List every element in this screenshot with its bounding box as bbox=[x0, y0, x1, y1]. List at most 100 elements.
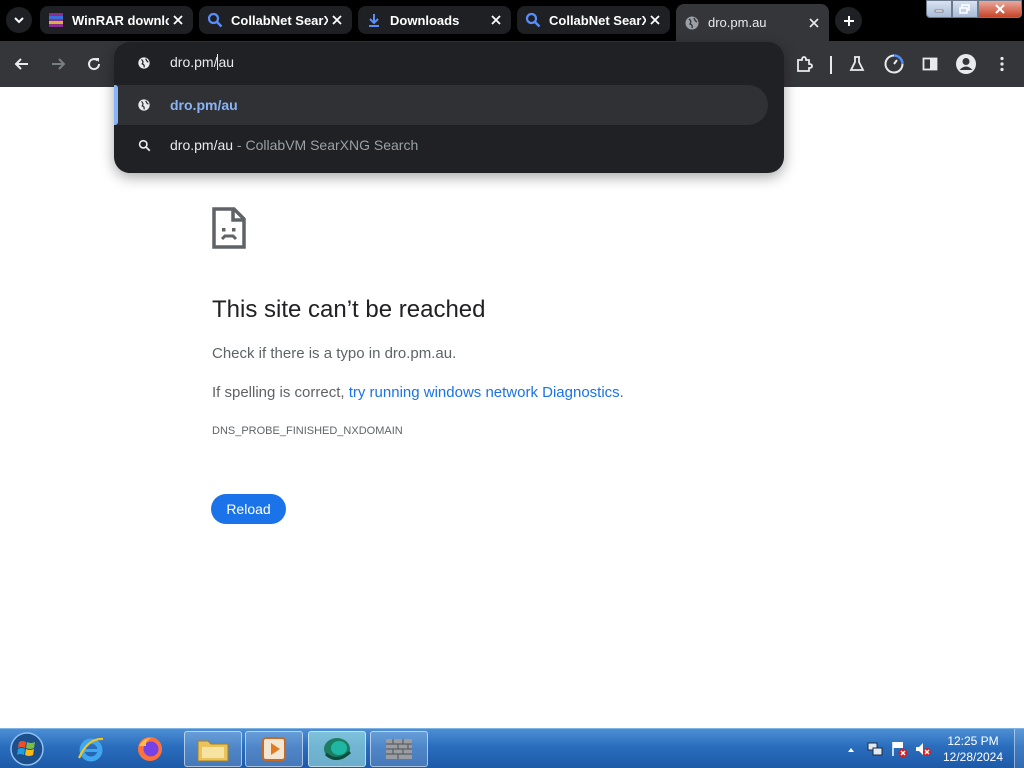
sad-page-icon bbox=[212, 207, 246, 249]
side-panel-icon bbox=[922, 57, 938, 71]
forward-button[interactable] bbox=[45, 51, 71, 77]
minimize-button[interactable] bbox=[926, 0, 952, 18]
globe-icon bbox=[136, 97, 152, 113]
close-icon[interactable] bbox=[646, 11, 664, 29]
diagnostics-suffix: . bbox=[619, 384, 624, 401]
taskbar-firewall-app[interactable] bbox=[370, 731, 428, 767]
tab-collabnet-searx-2[interactable]: CollabNet SearX bbox=[517, 6, 670, 34]
extensions-button[interactable] bbox=[791, 51, 817, 77]
network-tray-icon[interactable] bbox=[866, 740, 884, 763]
tab-title: dro.pm.au bbox=[708, 15, 767, 30]
show-desktop-button[interactable] bbox=[1014, 729, 1024, 768]
gauge-icon bbox=[884, 54, 904, 74]
omnibox-text[interactable]: dro.pm/au bbox=[170, 54, 234, 72]
minimize-icon bbox=[934, 9, 944, 13]
avatar-icon bbox=[956, 54, 976, 74]
labs-button[interactable] bbox=[844, 51, 870, 77]
network-icon bbox=[867, 742, 883, 756]
flask-icon bbox=[849, 56, 865, 71]
windows-logo-icon bbox=[10, 732, 44, 766]
window-close-button[interactable] bbox=[978, 0, 1022, 18]
side-panel-button[interactable] bbox=[917, 51, 943, 77]
omnibox-text-after-caret: au bbox=[218, 53, 235, 70]
tab-downloads[interactable]: Downloads bbox=[358, 6, 511, 34]
reload-toolbar-button[interactable] bbox=[81, 51, 107, 77]
taskbar-firefox[interactable] bbox=[121, 731, 179, 767]
taskbar-chrome-app[interactable] bbox=[308, 731, 366, 767]
brick-wall-icon bbox=[386, 739, 412, 759]
omnibox-suggestion-search[interactable]: dro.pm/au - CollabVM SearXNG Search bbox=[114, 125, 768, 165]
winrar-icon bbox=[48, 12, 64, 28]
taskbar-file-explorer[interactable] bbox=[184, 731, 242, 767]
search-icon bbox=[136, 137, 152, 153]
volume-muted-icon bbox=[916, 743, 931, 756]
omnibox-suggestion-url[interactable]: dro.pm/au bbox=[114, 85, 768, 125]
folder-icon bbox=[197, 740, 229, 762]
error-title: This site can’t be reached bbox=[212, 296, 486, 323]
restore-icon bbox=[959, 4, 970, 14]
restore-button[interactable] bbox=[952, 0, 978, 18]
error-diagnostics-hint: If spelling is correct, try running wind… bbox=[212, 384, 624, 401]
flag-error-icon bbox=[892, 742, 908, 758]
suggestion-description: CollabVM SearXNG Search bbox=[245, 137, 419, 153]
chevron-down-icon bbox=[14, 17, 24, 24]
tab-search-button[interactable] bbox=[6, 7, 32, 33]
puzzle-icon bbox=[797, 56, 813, 72]
arrow-left-icon bbox=[14, 58, 28, 70]
taskbar: 12:25 PM 12/28/2024 bbox=[0, 728, 1024, 768]
taskbar-clock[interactable]: 12:25 PM 12/28/2024 bbox=[936, 733, 1010, 765]
reload-button[interactable]: Reload bbox=[211, 494, 286, 524]
taskbar-media-player[interactable] bbox=[245, 731, 303, 767]
suggestion-text: dro.pm/au - CollabVM SearXNG Search bbox=[170, 137, 418, 153]
download-icon bbox=[366, 12, 382, 28]
diagnostics-prefix: If spelling is correct, bbox=[212, 384, 349, 401]
internet-explorer-icon bbox=[77, 737, 104, 762]
error-typo-hint: Check if there is a typo in dro.pm.au. bbox=[212, 345, 457, 362]
suggestion-separator: - bbox=[233, 137, 246, 153]
taskbar-internet-explorer[interactable] bbox=[62, 731, 120, 767]
new-tab-button[interactable] bbox=[835, 7, 862, 34]
plus-icon bbox=[843, 15, 854, 26]
tab-collabnet-searx-1[interactable]: CollabNet SearX bbox=[199, 6, 352, 34]
window-controls bbox=[926, 0, 1022, 19]
app-icon bbox=[324, 738, 352, 760]
close-icon[interactable] bbox=[328, 11, 346, 29]
tab-title: CollabNet SearX bbox=[231, 12, 328, 28]
back-button[interactable] bbox=[9, 51, 35, 77]
action-center-tray-icon[interactable] bbox=[890, 740, 908, 763]
close-icon[interactable] bbox=[169, 11, 187, 29]
chevron-up-icon bbox=[848, 748, 854, 752]
error-code: DNS_PROBE_FINISHED_NXDOMAIN bbox=[212, 425, 403, 437]
clock-date: 12/28/2024 bbox=[942, 750, 1004, 764]
clock-time: 12:25 PM bbox=[947, 734, 999, 748]
diagnostics-link[interactable]: try running windows network Diagnostics bbox=[349, 384, 620, 401]
tab-strip: WinRAR downlo CollabNet SearX Downloads … bbox=[0, 0, 1024, 41]
close-icon[interactable] bbox=[487, 11, 505, 29]
omnibox-text-before-caret: dro.pm/ bbox=[170, 53, 218, 70]
volume-tray-icon[interactable] bbox=[914, 740, 932, 763]
firefox-icon bbox=[138, 737, 162, 761]
search-icon bbox=[525, 12, 541, 28]
profile-button[interactable] bbox=[953, 51, 979, 77]
suggestion-query: dro.pm/au bbox=[170, 137, 234, 153]
more-vert-icon bbox=[1000, 56, 1004, 72]
menu-button[interactable] bbox=[989, 51, 1015, 77]
suggestion-text: dro.pm/au bbox=[170, 97, 238, 113]
start-button[interactable] bbox=[4, 730, 50, 768]
show-hidden-icons-button[interactable] bbox=[846, 742, 856, 760]
tab-title: Downloads bbox=[390, 12, 460, 28]
tab-title: CollabNet SearX bbox=[549, 12, 646, 28]
toolbar-divider bbox=[830, 56, 832, 74]
search-icon bbox=[207, 12, 223, 28]
tab-title: WinRAR downlo bbox=[72, 12, 169, 28]
close-icon[interactable] bbox=[805, 14, 823, 32]
close-icon bbox=[995, 4, 1005, 14]
globe-icon bbox=[136, 55, 152, 71]
omnibox-popup: dro.pm/au dro.pm/au dro.pm/au - CollabVM… bbox=[114, 42, 784, 173]
tab-winrar[interactable]: WinRAR downlo bbox=[40, 6, 193, 34]
performance-button[interactable] bbox=[881, 51, 907, 77]
arrow-right-icon bbox=[52, 58, 66, 70]
refresh-icon bbox=[88, 58, 101, 71]
tab-dro-pm-au[interactable]: dro.pm.au bbox=[676, 4, 829, 41]
omnibox-input[interactable]: dro.pm/au bbox=[114, 42, 784, 84]
